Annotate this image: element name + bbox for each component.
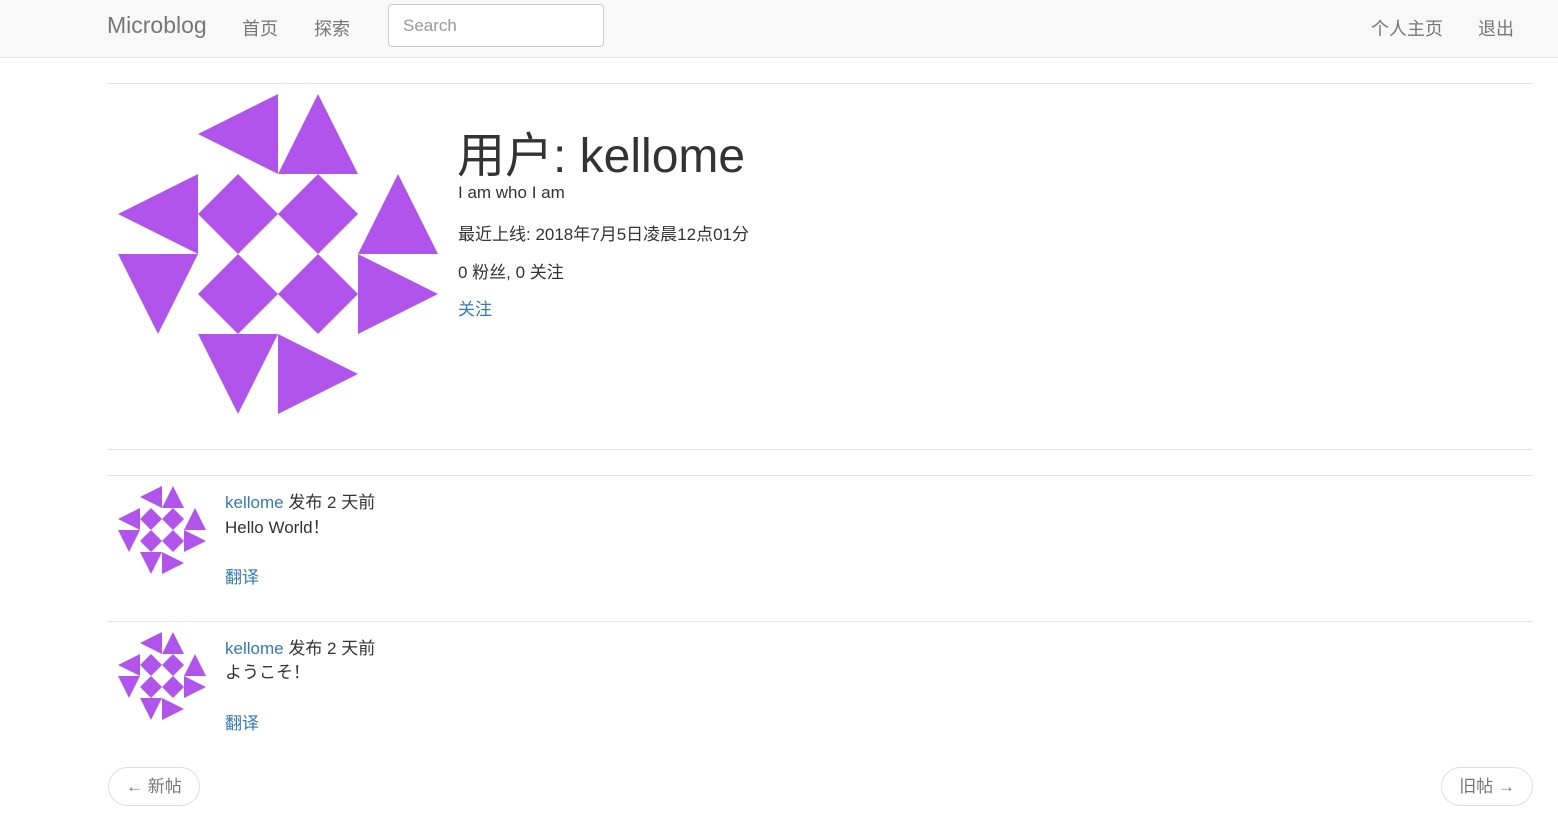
newer-posts-button[interactable]: ← 新帖 bbox=[108, 767, 200, 806]
page-title: 用户: kellome bbox=[457, 130, 746, 183]
brand-link[interactable]: Microblog bbox=[107, 12, 207, 39]
post-body: Hello World！ bbox=[225, 518, 330, 537]
search-input[interactable] bbox=[388, 4, 604, 47]
nav-profile-link[interactable]: 个人主页 bbox=[1371, 15, 1443, 41]
post-body: ようこそ！ bbox=[225, 663, 310, 682]
top-navbar: Microblog 首页 探索 个人主页 退出 bbox=[0, 0, 1558, 58]
post-author-link[interactable]: kellome bbox=[225, 493, 284, 512]
post-avatar[interactable] bbox=[118, 486, 206, 574]
nav-home-link[interactable]: 首页 bbox=[242, 15, 278, 41]
last-seen-text: 最近上线: 2018年7月5日凌晨12点01分 bbox=[458, 225, 749, 244]
older-posts-button[interactable]: 旧帖 → bbox=[1441, 767, 1533, 806]
post-author-link[interactable]: kellome bbox=[225, 639, 284, 658]
translate-link[interactable]: 翻译 bbox=[225, 563, 259, 588]
profile-avatar bbox=[118, 94, 438, 414]
post-header: kellome 发布 2 天前 bbox=[225, 634, 375, 659]
follow-counts: 0 粉丝, 0 关注 bbox=[458, 263, 564, 282]
post-header: kellome 发布 2 天前 bbox=[225, 488, 375, 513]
post-avatar[interactable] bbox=[118, 632, 206, 720]
divider bbox=[107, 83, 1533, 84]
about-me-text: I am who I am bbox=[458, 183, 565, 202]
follow-link[interactable]: 关注 bbox=[458, 295, 492, 320]
nav-logout-link[interactable]: 退出 bbox=[1478, 15, 1514, 41]
nav-explore-link[interactable]: 探索 bbox=[314, 15, 350, 41]
divider bbox=[107, 621, 1533, 622]
post-timestamp: 发布 2 天前 bbox=[283, 493, 376, 512]
divider bbox=[107, 475, 1533, 476]
divider bbox=[107, 449, 1533, 450]
translate-link[interactable]: 翻译 bbox=[225, 709, 259, 734]
post-timestamp: 发布 2 天前 bbox=[283, 639, 376, 658]
